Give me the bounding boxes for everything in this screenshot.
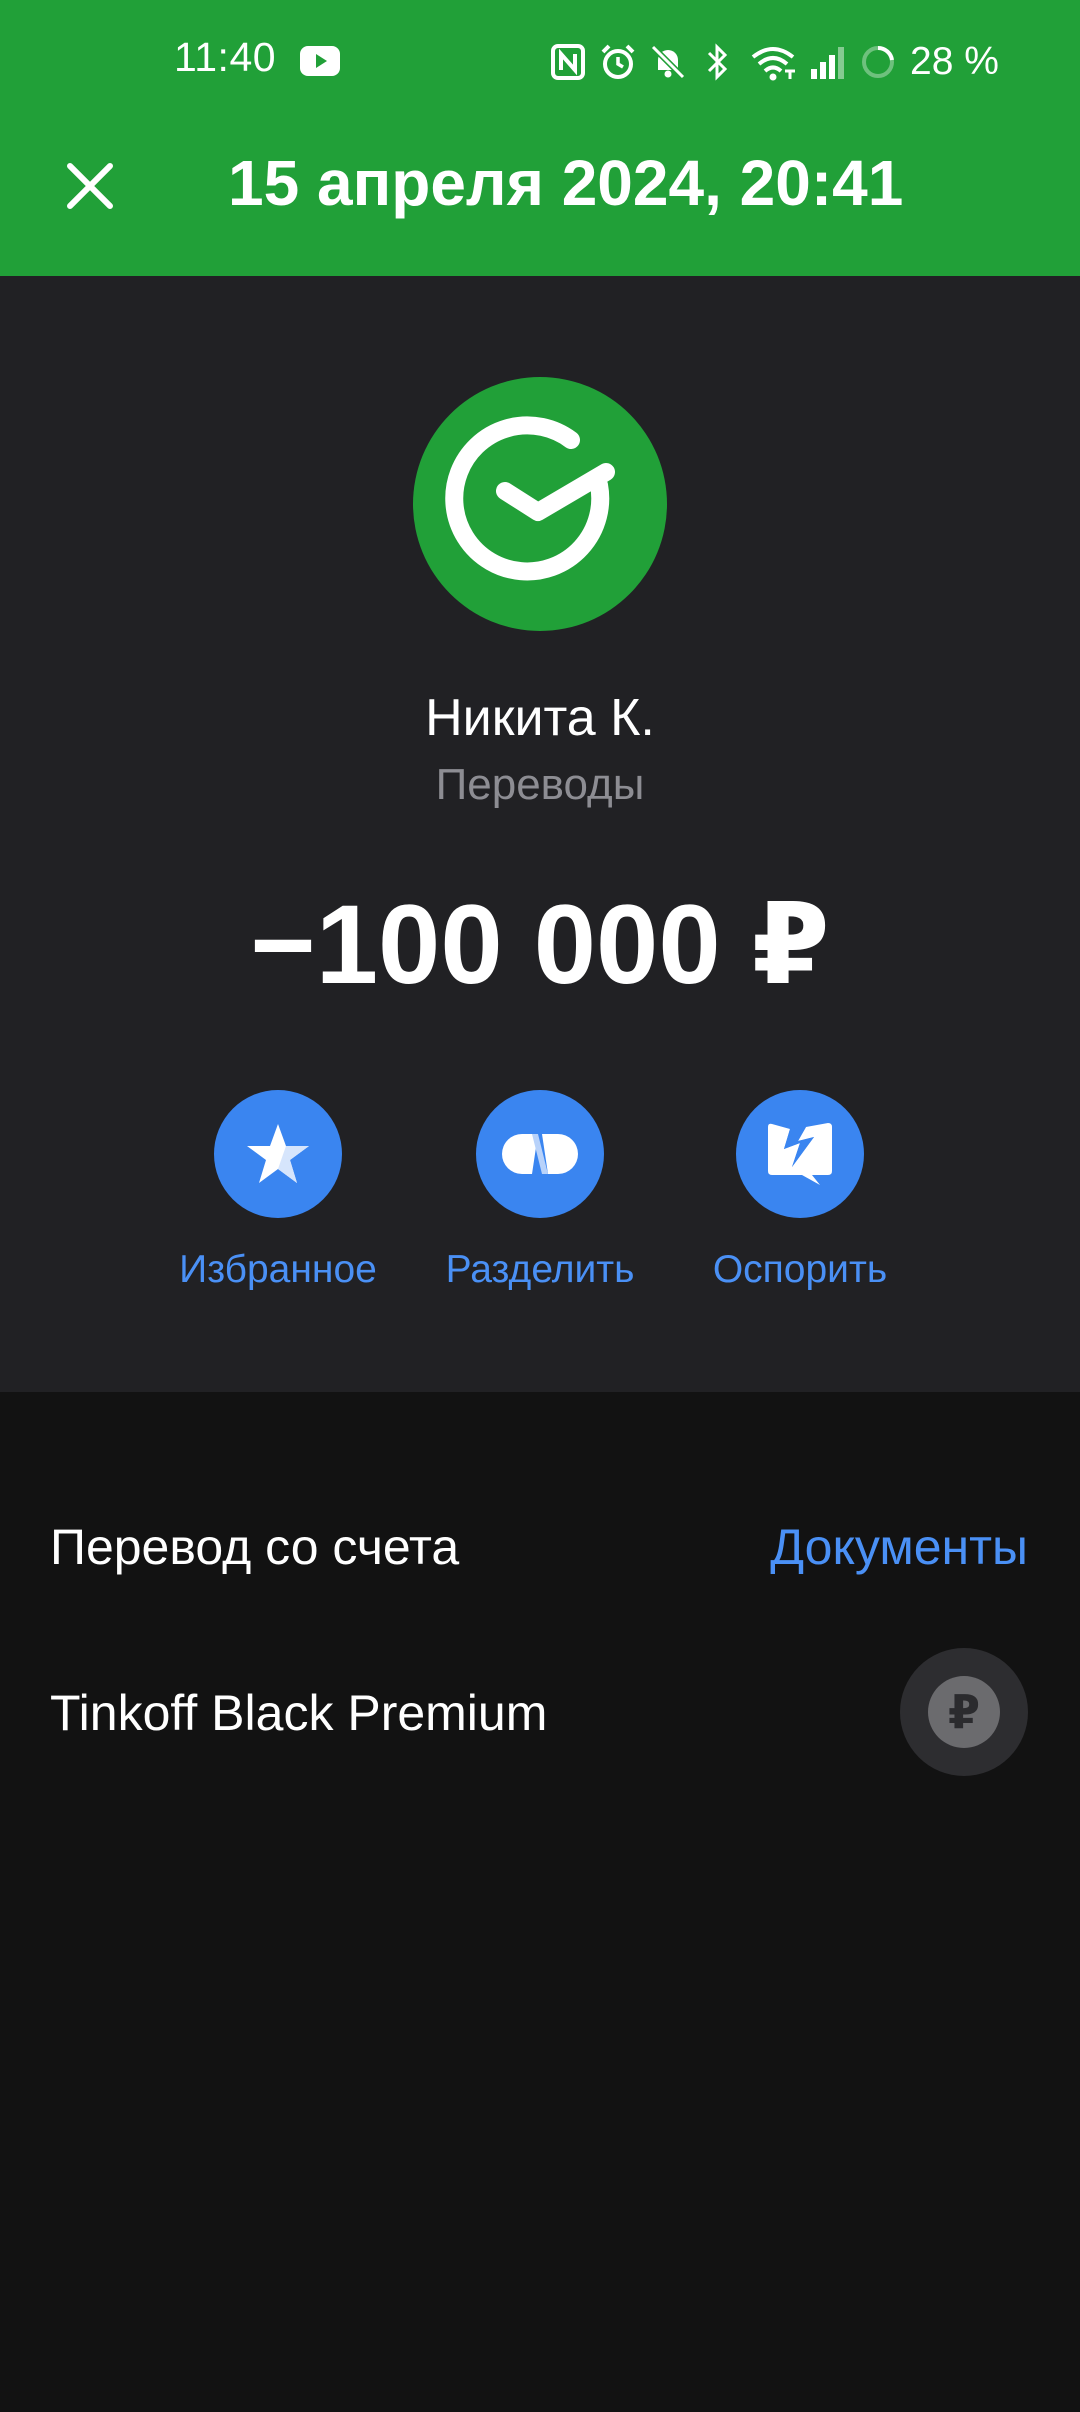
status-time: 11:40 [174, 34, 277, 80]
payee-category: Переводы [435, 760, 645, 809]
nfc-icon [548, 42, 588, 82]
bell-off-icon [648, 42, 688, 82]
signal-icon [808, 42, 848, 82]
status-icons: 28 % [548, 40, 999, 84]
account-name[interactable]: Tinkoff Black Premium [50, 1684, 547, 1742]
dispute-icon [736, 1090, 864, 1218]
favorite-button[interactable]: Избранное [148, 1090, 408, 1292]
header: 15 апреля 2024, 20:41 [0, 96, 1080, 276]
alarm-icon [598, 42, 638, 82]
wifi-icon [748, 42, 798, 82]
status-bar: 11:40 28 % [0, 0, 1080, 96]
documents-link[interactable]: Документы [770, 1518, 1028, 1576]
transaction-card: Никита К. Переводы −100 000 ₽ Избранное … [0, 276, 1080, 1392]
star-icon [214, 1090, 342, 1218]
favorite-label: Избранное [179, 1248, 377, 1291]
payee-name: Никита К. [425, 689, 655, 747]
section-title: Перевод со счета [50, 1519, 460, 1575]
close-button[interactable] [50, 138, 130, 234]
sber-logo-icon [413, 377, 667, 631]
ruble-account-icon: ₽ [900, 1648, 1028, 1776]
battery-icon [858, 42, 898, 82]
split-icon [476, 1090, 604, 1218]
page-title: 15 апреля 2024, 20:41 [228, 147, 904, 219]
youtube-icon [300, 46, 340, 76]
bluetooth-icon [698, 42, 738, 82]
split-label: Разделить [445, 1248, 635, 1291]
split-button[interactable]: Разделить [410, 1090, 670, 1292]
transaction-amount: −100 000 ₽ [250, 882, 830, 1007]
dispute-button[interactable]: Оспорить [670, 1090, 930, 1292]
close-icon [67, 163, 113, 209]
ruble-symbol: ₽ [928, 1676, 1000, 1748]
battery-percent: 28 % [910, 40, 999, 83]
dispute-label: Оспорить [712, 1248, 888, 1291]
